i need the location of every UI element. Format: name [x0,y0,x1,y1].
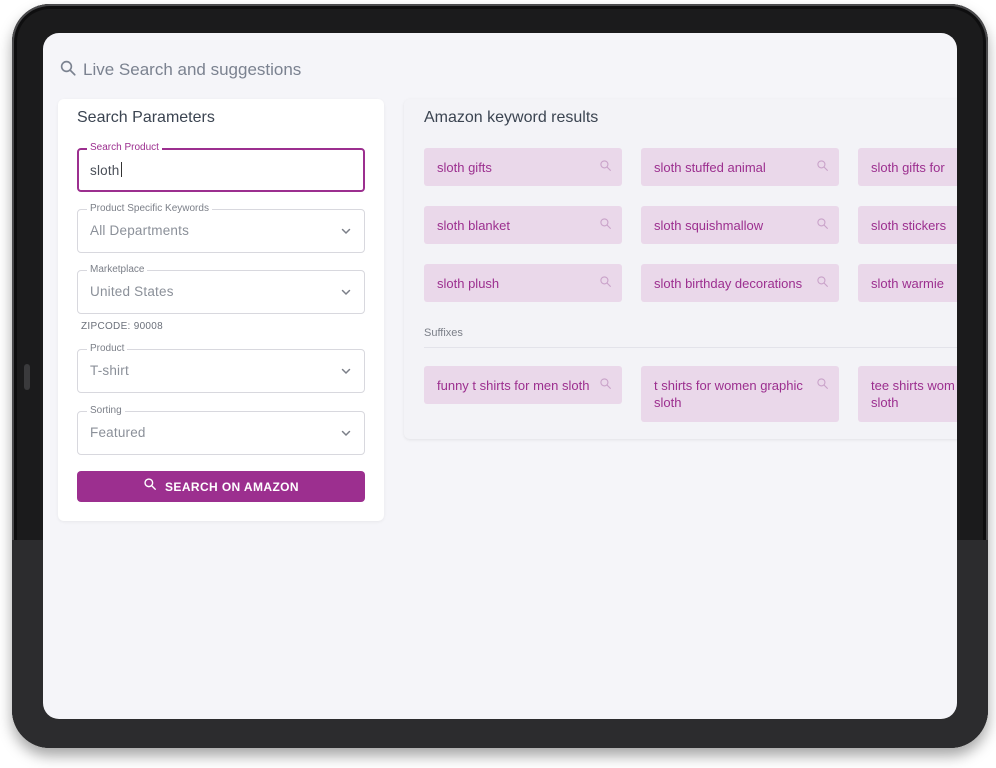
suffix-text: t shirts for women graphic sloth [654,378,803,410]
keywords-value: All Departments [90,223,190,238]
chevron-down-icon[interactable] [340,286,352,298]
search-parameters-card: Search Parameters Search Product sloth P… [58,99,384,521]
keyword-chip[interactable]: sloth gifts for [858,148,957,186]
search-icon[interactable] [599,159,612,172]
field-label: Product [87,343,128,355]
search-icon[interactable] [816,275,829,288]
keywords-select[interactable]: Product Specific Keywords All Department… [77,203,365,253]
search-product-field[interactable]: Search Product sloth [77,142,365,192]
keyword-chip[interactable]: sloth warmie [858,264,957,302]
keyword-chip[interactable]: sloth stickers [858,206,957,244]
field-label: Product Specific Keywords [87,203,212,215]
search-icon[interactable] [599,217,612,230]
keyword-text: sloth gifts for [871,160,945,175]
keyword-text: sloth blanket [437,218,510,233]
chevron-down-icon[interactable] [340,225,352,237]
suffix-chip[interactable]: t shirts for women graphic sloth [641,366,839,422]
keyword-chip[interactable]: sloth squishmallow [641,206,839,244]
search-icon[interactable] [599,377,612,390]
keyword-chip[interactable]: sloth stuffed animal [641,148,839,186]
suffix-text: tee shirts wom sloth [871,378,955,410]
app-screen: Live Search and suggestions Search Param… [43,33,957,719]
search-product-input[interactable]: sloth [90,162,122,178]
suffixes-label: Suffixes [424,327,463,339]
search-icon[interactable] [816,159,829,172]
marketplace-value: United States [90,284,174,299]
keyword-chip[interactable]: sloth plush [424,264,622,302]
card-title: Search Parameters [77,109,215,126]
keyword-text: sloth plush [437,276,500,291]
field-label: Marketplace [87,264,148,276]
results-title: Amazon keyword results [424,109,599,126]
sorting-select[interactable]: Sorting Featured [77,405,365,455]
button-label: SEARCH ON AMAZON [165,479,299,494]
keyword-text: sloth gifts [437,160,492,175]
search-icon [59,59,77,82]
keyword-text: sloth warmie [871,276,944,291]
search-icon[interactable] [599,275,612,288]
text-caret [120,162,122,177]
keyword-text: sloth squishmallow [654,218,764,233]
search-icon[interactable] [816,377,829,390]
divider [424,347,957,348]
tablet-frame: Live Search and suggestions Search Param… [12,4,988,748]
keyword-results-card: Amazon keyword results sloth gifts sloth… [404,99,957,439]
page-header: Live Search and suggestions [59,59,301,81]
product-select[interactable]: Product T-shirt [77,343,365,393]
suffix-chip[interactable]: tee shirts wom sloth [858,366,957,422]
search-icon [143,477,157,496]
keyword-chip[interactable]: sloth gifts [424,148,622,186]
search-icon[interactable] [816,217,829,230]
product-value: T-shirt [90,363,129,378]
keyword-text: sloth stuffed animal [654,160,766,175]
zipcode-text: ZIPCODE: 90008 [81,321,164,332]
keyword-text: sloth stickers [871,218,947,233]
tablet-side-button [24,364,30,390]
field-label: Sorting [87,405,125,417]
search-on-amazon-button[interactable]: SEARCH ON AMAZON [77,471,365,502]
page-title: Live Search and suggestions [83,60,302,79]
chevron-down-icon[interactable] [340,427,352,439]
chevron-down-icon[interactable] [340,365,352,377]
keyword-text: sloth birthday decorations [654,276,803,291]
suffix-text: funny t shirts for men sloth [437,378,590,393]
marketplace-select[interactable]: Marketplace United States [77,264,365,314]
sorting-value: Featured [90,425,146,440]
keyword-chip[interactable]: sloth blanket [424,206,622,244]
field-label: Search Product [87,142,162,154]
search-product-value: sloth [90,163,120,178]
suffix-chip[interactable]: funny t shirts for men sloth [424,366,622,404]
keyword-chip[interactable]: sloth birthday decorations [641,264,839,302]
